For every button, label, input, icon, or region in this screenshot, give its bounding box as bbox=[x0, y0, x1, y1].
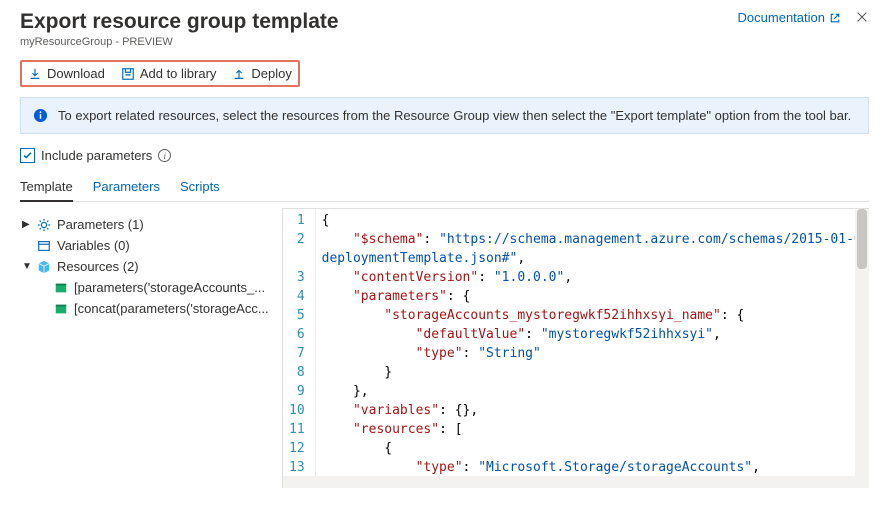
deploy-label: Deploy bbox=[251, 66, 291, 81]
tree-resource-1-label: [concat(parameters('storageAcc... bbox=[74, 301, 269, 316]
tree-resource-0[interactable]: [parameters('storageAccounts_... bbox=[20, 277, 282, 298]
resource-tree: ▶ Parameters (1) Variables (0) ▼ Resourc… bbox=[20, 208, 282, 488]
help-icon[interactable]: i bbox=[158, 149, 171, 162]
download-label: Download bbox=[47, 66, 105, 81]
tree-variables[interactable]: Variables (0) bbox=[20, 235, 282, 256]
download-button[interactable]: Download bbox=[28, 66, 105, 81]
caret-down-icon: ▼ bbox=[22, 261, 31, 272]
deploy-button[interactable]: Deploy bbox=[232, 66, 291, 81]
external-link-icon bbox=[829, 12, 841, 24]
tree-resources[interactable]: ▼ Resources (2) bbox=[20, 256, 282, 277]
tab-template[interactable]: Template bbox=[20, 173, 73, 202]
storage-icon bbox=[54, 281, 68, 295]
info-icon bbox=[33, 108, 48, 123]
add-to-library-button[interactable]: Add to library bbox=[121, 66, 217, 81]
documentation-label: Documentation bbox=[738, 10, 825, 25]
tabs: Template Parameters Scripts bbox=[20, 173, 869, 202]
documentation-link[interactable]: Documentation bbox=[738, 10, 841, 25]
close-icon[interactable] bbox=[855, 10, 869, 27]
download-icon bbox=[28, 67, 42, 81]
tree-resource-0-label: [parameters('storageAccounts_... bbox=[74, 280, 265, 295]
caret-right-icon: ▶ bbox=[22, 219, 31, 230]
tab-parameters[interactable]: Parameters bbox=[93, 173, 160, 201]
variables-icon bbox=[37, 239, 51, 253]
page-subtitle: myResourceGroup - PREVIEW bbox=[20, 36, 738, 48]
deploy-icon bbox=[232, 67, 246, 81]
include-parameters-label: Include parameters bbox=[41, 148, 152, 163]
page-title: Export resource group template bbox=[20, 10, 738, 34]
tree-parameters-label: Parameters (1) bbox=[57, 217, 144, 232]
storage-icon bbox=[54, 302, 68, 316]
code-content: { "$schema": "https://schema.management.… bbox=[316, 209, 869, 488]
tree-variables-label: Variables (0) bbox=[57, 238, 130, 253]
scrollbar-horizontal[interactable] bbox=[283, 476, 869, 488]
info-banner: To export related resources, select the … bbox=[20, 97, 869, 134]
include-parameters-checkbox[interactable] bbox=[20, 148, 35, 163]
tree-resources-label: Resources (2) bbox=[57, 259, 139, 274]
tree-parameters[interactable]: ▶ Parameters (1) bbox=[20, 214, 282, 235]
code-editor[interactable]: 123456789101112131415 { "$schema": "http… bbox=[282, 208, 869, 488]
tab-scripts[interactable]: Scripts bbox=[180, 173, 220, 201]
line-gutter: 123456789101112131415 bbox=[283, 209, 316, 488]
scrollbar-vertical[interactable] bbox=[855, 209, 869, 488]
save-icon bbox=[121, 67, 135, 81]
info-text: To export related resources, select the … bbox=[58, 108, 851, 123]
cube-icon bbox=[37, 260, 51, 274]
toolbar: Download Add to library Deploy bbox=[20, 60, 300, 87]
add-to-library-label: Add to library bbox=[140, 66, 217, 81]
tree-resource-1[interactable]: [concat(parameters('storageAcc... bbox=[20, 298, 282, 319]
gear-icon bbox=[37, 218, 51, 232]
